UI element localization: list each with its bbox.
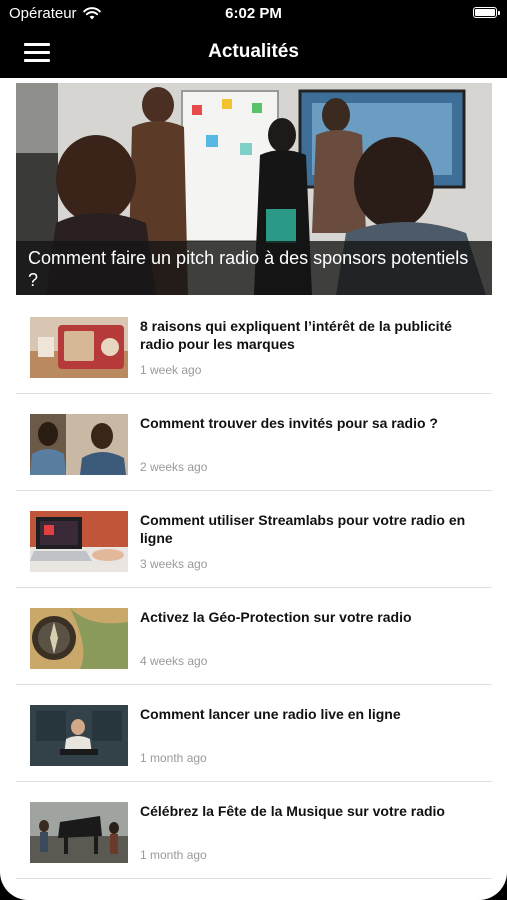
article-item[interactable]: 8 raisons qui expliquent l’intérêt de la… bbox=[16, 297, 492, 394]
article-date: 1 month ago bbox=[140, 848, 207, 862]
featured-article[interactable]: Comment faire un pitch radio à des spons… bbox=[16, 83, 492, 295]
article-thumbnail bbox=[30, 511, 128, 572]
article-thumbnail bbox=[30, 317, 128, 378]
article-thumbnail bbox=[30, 608, 128, 669]
featured-article-title: Comment faire un pitch radio à des spons… bbox=[16, 241, 492, 295]
article-title: Célébrez la Fête de la Musique sur votre… bbox=[140, 803, 445, 819]
page-title: Actualités bbox=[208, 41, 299, 62]
status-time: 6:02 PM bbox=[225, 5, 282, 22]
article-date: 4 weeks ago bbox=[140, 654, 208, 668]
article-item[interactable]: Comment trouver des invités pour sa radi… bbox=[16, 394, 492, 491]
article-item[interactable]: Comment utiliser Streamlabs pour votre r… bbox=[16, 491, 492, 588]
article-item[interactable]: Célébrez la Fête de la Musique sur votre… bbox=[16, 782, 492, 879]
article-thumbnail bbox=[30, 802, 128, 863]
article-title: 8 raisons qui expliquent l’intérêt de la… bbox=[140, 318, 452, 352]
article-title: Activez la Géo-Protection sur votre radi… bbox=[140, 609, 412, 625]
article-title: Comment trouver des invités pour sa radi… bbox=[140, 415, 438, 431]
article-date: 2 weeks ago bbox=[140, 460, 208, 474]
article-date: 3 weeks ago bbox=[140, 557, 208, 571]
article-item[interactable]: Comment lancer une radio live en ligne 1… bbox=[16, 685, 492, 782]
article-item[interactable]: Activez la Géo-Protection sur votre radi… bbox=[16, 588, 492, 685]
article-title: Comment lancer une radio live en ligne bbox=[140, 706, 401, 722]
article-date: 1 week ago bbox=[140, 363, 202, 377]
article-title: Comment utiliser Streamlabs pour votre r… bbox=[140, 512, 466, 546]
article-date: 1 month ago bbox=[140, 751, 207, 765]
status-bar: Opérateur 6:02 PM bbox=[0, 0, 507, 28]
battery-icon bbox=[473, 7, 500, 18]
navigation-bar: Actualités bbox=[0, 28, 507, 78]
article-list: 8 raisons qui expliquent l’intérêt de la… bbox=[16, 297, 492, 879]
app-screen: Opérateur 6:02 PM Actualités Comment fai… bbox=[0, 0, 507, 900]
article-thumbnail bbox=[30, 705, 128, 766]
article-thumbnail bbox=[30, 414, 128, 475]
news-content: Comment faire un pitch radio à des spons… bbox=[0, 78, 507, 900]
